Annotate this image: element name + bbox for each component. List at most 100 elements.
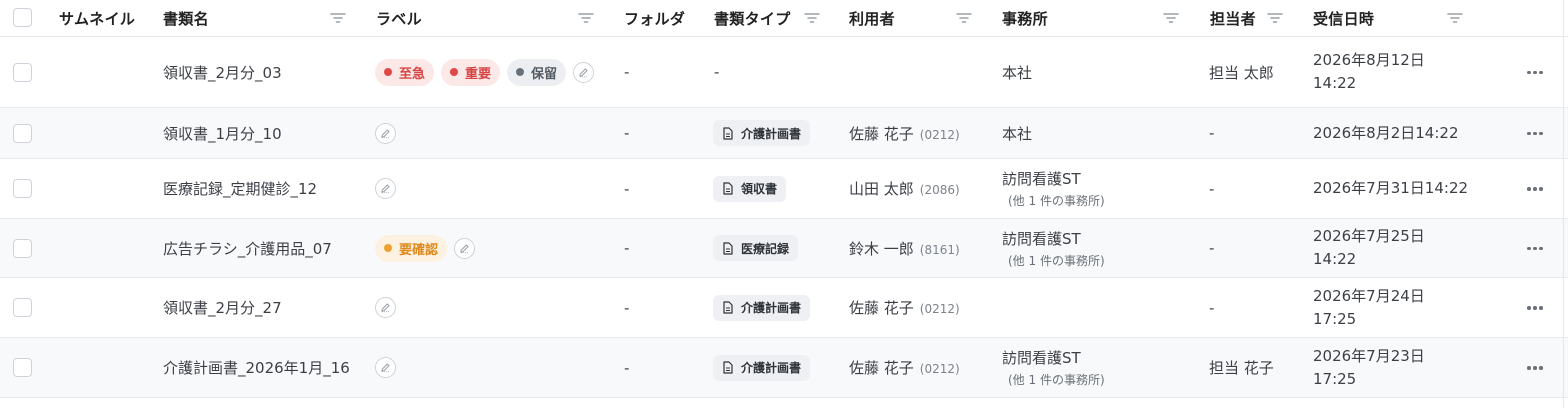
folder-value: - (624, 239, 630, 257)
assignee-name: 担当 太郎 (1209, 63, 1274, 82)
user-cell[interactable]: 佐藤 花子 (0212) (849, 278, 960, 337)
office-name: 本社 (1002, 124, 1033, 143)
office-cell: 本社 (1002, 37, 1032, 107)
document-name[interactable]: 医療記録_定期健診_12 (163, 159, 317, 218)
document-name[interactable]: 介護計画書_2026年1月_16 (163, 338, 350, 397)
document-name[interactable]: 領収書_2月分_27 (163, 278, 282, 337)
document-icon (723, 126, 741, 140)
filter-icon[interactable] (955, 9, 973, 27)
column-doc-type[interactable]: 書類タイプ (714, 0, 791, 36)
more-options-icon[interactable] (1524, 239, 1546, 259)
edit-label-icon[interactable] (375, 297, 396, 318)
filter-icon[interactable] (577, 9, 595, 27)
edit-label-icon[interactable] (375, 122, 396, 144)
column-thumbnail[interactable]: サムネイル (59, 0, 135, 36)
label-tag[interactable]: 保留 (507, 58, 567, 86)
assignee-name: - (1209, 298, 1215, 317)
filter-icon[interactable] (329, 9, 347, 27)
label-tag[interactable]: 要確認 (375, 234, 448, 262)
more-options-icon[interactable] (1524, 298, 1546, 318)
received-date-line1: 2026年8月2日14:22 (1313, 123, 1459, 142)
received-date: 2026年7月25日 14:22 (1313, 225, 1425, 271)
filter-icon[interactable] (1162, 9, 1180, 27)
row-checkbox[interactable] (13, 358, 32, 377)
user-cell[interactable]: 鈴木 一郎 (8161) (849, 219, 960, 277)
user-cell[interactable]: 佐藤 花子 (0212) (849, 108, 960, 158)
doc-type-text: 医療記録 (741, 241, 790, 256)
label-tag-text: 要確認 (399, 242, 439, 258)
document-name[interactable]: 広告チラシ_介護用品_07 (163, 219, 332, 277)
filter-icon[interactable] (1446, 9, 1464, 27)
select-all-checkbox[interactable] (13, 8, 32, 27)
received-date: 2026年7月31日14:22 (1313, 177, 1468, 200)
office-info: 本社 (1002, 123, 1032, 144)
user-name: 佐藤 花子 (849, 124, 914, 143)
row-checkbox[interactable] (13, 123, 32, 143)
table-row[interactable]: 医療記録_定期健診_12 - 領収書 山田 太郎 (2086) 訪問看護ST (他 1 件の… (0, 159, 1568, 219)
edit-label-icon[interactable] (454, 237, 476, 259)
doc-type-cell: 介護計画書 (713, 278, 811, 337)
select-all-cell (0, 0, 44, 36)
column-office-label: 事務所 (1002, 9, 1048, 28)
column-doc-type-label: 書類タイプ (714, 9, 791, 28)
assignee-cell: 担当 太郎 (1209, 37, 1274, 107)
table-row[interactable]: 広告チラシ_介護用品_07 要確認 - 医療記録 鈴木 一郎 (8161) 訪問看護ST (他… (0, 219, 1568, 278)
column-received[interactable]: 受信日時 (1313, 0, 1374, 36)
table-row[interactable]: 領収書_2月分_27 - 介護計画書 佐藤 花子 (0212) - 2026年7月24日 17… (0, 278, 1568, 338)
more-options-icon[interactable] (1524, 179, 1546, 199)
edit-label-icon[interactable] (375, 357, 396, 378)
office-info: 訪問看護ST (他 1 件の事務所) (1002, 168, 1105, 209)
label-tag[interactable]: 至急 (375, 58, 435, 86)
column-received-label: 受信日時 (1313, 9, 1375, 28)
office-info: 訪問看護ST (他 1 件の事務所) (1002, 228, 1105, 269)
user-name: 佐藤 花子 (849, 299, 914, 317)
user-cell[interactable]: 山田 太郎 (2086) (849, 159, 960, 218)
user-code: (0212) (919, 127, 960, 142)
row-checkbox[interactable] (13, 179, 32, 198)
user-info (849, 63, 855, 82)
received-date-line1: 2026年8月12日 (1313, 51, 1425, 69)
table-row[interactable]: 領収書_2月分_03 至急 重要 保留 - - 本社 担当 太郎 2026年8月12日 14:22 (0, 37, 1568, 108)
column-folder[interactable]: フォルダ (624, 0, 685, 36)
column-assignee[interactable]: 担当者 (1210, 0, 1256, 36)
office-sub: (他 1 件の事務所) (1008, 373, 1105, 387)
office-name: 訪問看護ST (1002, 349, 1081, 367)
received-date-line1: 2026年7月24日 (1313, 286, 1425, 305)
user-cell[interactable]: 佐藤 花子 (0212) (849, 338, 960, 397)
user-name: 鈴木 一郎 (849, 239, 914, 258)
label-dot (384, 244, 392, 252)
row-checkbox[interactable] (13, 62, 32, 82)
column-doc-name[interactable]: 書類名 (163, 0, 209, 36)
row-checkbox[interactable] (13, 238, 32, 258)
assignee-cell: - (1209, 278, 1214, 337)
received-date-line2: 17:25 (1313, 309, 1357, 328)
filter-icon[interactable] (803, 9, 821, 27)
user-info: 鈴木 一郎 (8161) (849, 238, 960, 259)
edit-label-icon[interactable] (375, 178, 396, 199)
column-label[interactable]: ラベル (376, 0, 422, 36)
label-tag[interactable]: 重要 (441, 58, 501, 86)
folder-value: - (624, 179, 630, 198)
received-date: 2026年7月24日 17:25 (1313, 285, 1425, 331)
document-name[interactable]: 領収書_1月分_10 (163, 108, 282, 158)
column-office[interactable]: 事務所 (1002, 0, 1048, 36)
table-row[interactable]: 領収書_1月分_10 - 介護計画書 佐藤 花子 (0212) 本社 - 2026年8月2日1… (0, 108, 1568, 159)
document-name[interactable]: 領収書_2月分_03 (163, 37, 282, 107)
assignee-cell: - (1209, 159, 1214, 218)
more-options-icon[interactable] (1524, 63, 1546, 83)
row-checkbox[interactable] (13, 298, 32, 317)
edit-label-icon[interactable] (573, 61, 595, 83)
user-info: 佐藤 花子 (0212) (849, 357, 960, 378)
table-row[interactable]: 介護計画書_2026年1月_16 - 介護計画書 佐藤 花子 (0212) 訪問看護ST (… (0, 338, 1568, 398)
user-cell[interactable] (849, 37, 855, 107)
column-folder-label: フォルダ (624, 9, 686, 28)
received-date-line2: 17:25 (1313, 369, 1357, 388)
more-options-icon[interactable] (1524, 358, 1546, 378)
doc-type-badge: 介護計画書 (713, 354, 811, 381)
more-options-icon[interactable] (1524, 124, 1546, 144)
filter-icon[interactable] (1266, 9, 1284, 27)
documents-table: サムネイル 書類名 ラベル フォルダ 書類タイプ 利用者 事務所 担当者 受信日… (0, 0, 1568, 408)
column-user[interactable]: 利用者 (849, 0, 895, 36)
received-cell: 2026年8月2日14:22 (1313, 108, 1459, 158)
doc-type-value: - (714, 63, 720, 81)
